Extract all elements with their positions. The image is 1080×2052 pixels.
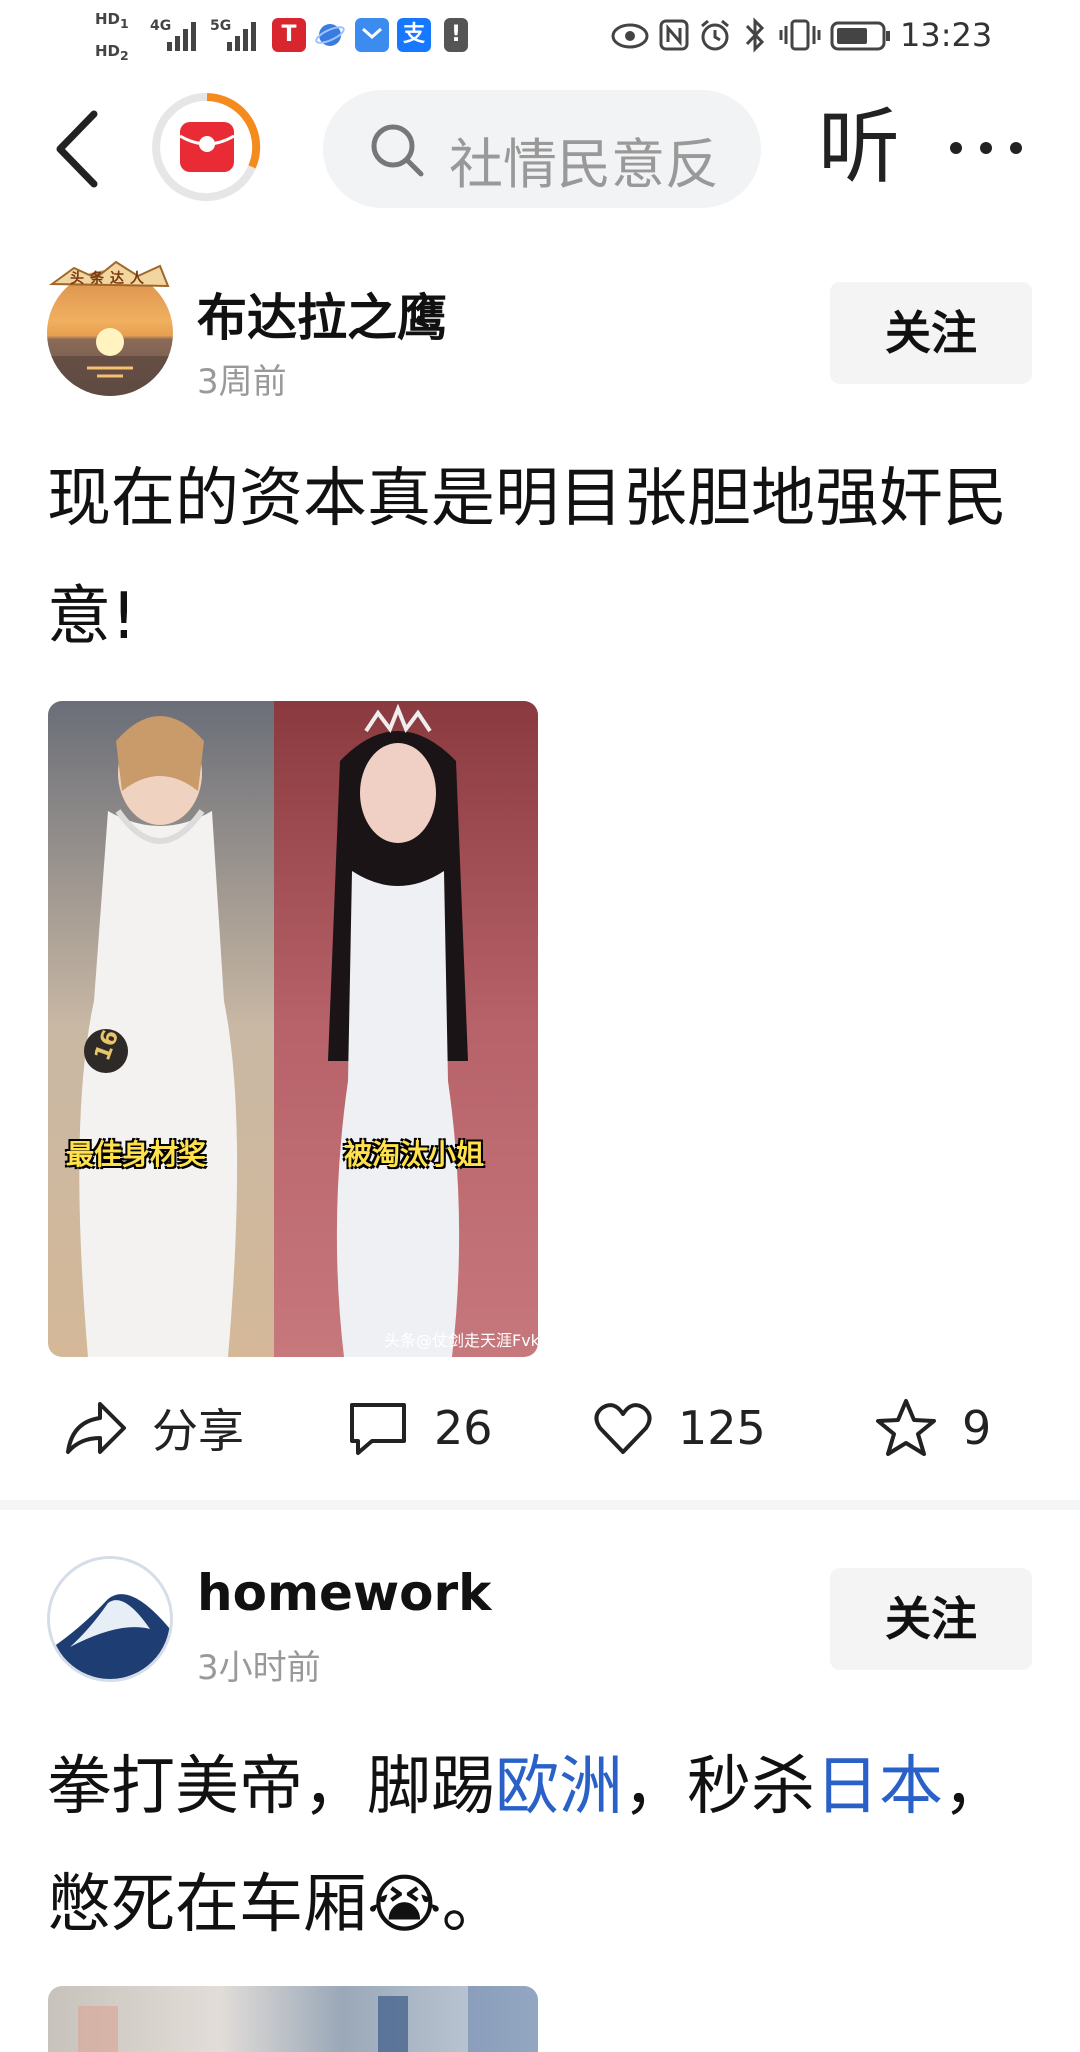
hd2-indicator: HD2 xyxy=(95,42,129,63)
share-icon xyxy=(66,1402,126,1454)
search-placeholder: 社情民意反 xyxy=(449,133,719,196)
avatar-2[interactable] xyxy=(47,1556,173,1682)
follow-button[interactable]: 关注 xyxy=(830,282,1032,384)
text-segment: 拳打美帝，脚踢 xyxy=(47,1750,495,1824)
back-arrow-icon[interactable] xyxy=(52,108,102,190)
notification-icon: ! xyxy=(444,18,468,52)
author-name[interactable]: 布达拉之鹰 xyxy=(197,278,447,350)
text-segment: ，秒杀 xyxy=(623,1750,815,1824)
post-image[interactable]: 最佳身材奖 被淘汰小姐 16 头条@仗剑走天涯FvkV xyxy=(48,701,538,1357)
alipay-app-icon: 支 xyxy=(397,18,431,52)
comment-icon xyxy=(350,1403,406,1455)
star-icon xyxy=(876,1399,936,1456)
post-divider xyxy=(0,1500,1080,1510)
red-packet-icon xyxy=(152,92,261,201)
post-image-2[interactable] xyxy=(48,1986,538,2052)
red-packet-button[interactable] xyxy=(152,92,262,202)
comment-button[interactable]: 26 xyxy=(346,1388,493,1468)
left-image-caption: 最佳身材奖 xyxy=(66,1138,207,1171)
alarm-icon xyxy=(701,19,729,51)
follow-button-2[interactable]: 关注 xyxy=(830,1568,1032,1670)
clock: 13:23 xyxy=(900,16,993,54)
search-icon xyxy=(371,124,424,177)
browser-app-icon xyxy=(313,18,347,52)
share-label: 分享 xyxy=(152,1404,244,1458)
mountain-avatar-icon xyxy=(50,1559,170,1679)
like-button[interactable]: 125 xyxy=(592,1388,766,1468)
author-name-2[interactable]: homework xyxy=(197,1564,491,1622)
crying-laugh-emoji-icon: 😭 xyxy=(367,1868,442,1942)
vibrate-icon xyxy=(779,19,821,51)
signal-icon xyxy=(167,22,196,51)
eye-icon xyxy=(611,23,649,49)
post-text-2: 拳打美帝，脚踢欧洲，秒杀日本，憋死在车厢😭。 xyxy=(47,1728,1027,1964)
favorite-count: 9 xyxy=(962,1401,992,1455)
more-icon[interactable] xyxy=(946,136,1026,160)
post-text: 现在的资本真是明目张胆地强奸民意! xyxy=(47,462,1007,654)
pageant-photo xyxy=(48,701,538,1357)
bluetooth-icon xyxy=(745,17,765,53)
post-time: 3周前 xyxy=(197,362,287,402)
tesla-app-icon: T xyxy=(272,18,306,52)
train-photo xyxy=(78,1986,538,2052)
listen-button[interactable]: 听 xyxy=(818,98,900,198)
hd1-indicator: HD1 xyxy=(95,10,129,31)
comment-count: 26 xyxy=(434,1401,493,1455)
search-bar[interactable]: 社情民意反 xyxy=(323,90,761,208)
mail-app-icon xyxy=(355,18,389,52)
nfc-icon xyxy=(659,19,689,51)
post-time-2: 3小时前 xyxy=(197,1648,321,1688)
favorite-button[interactable]: 9 xyxy=(874,1388,991,1468)
status-bar: HD1 HD2 4G 5G T 支 ! 13:23 xyxy=(0,0,1080,74)
text-segment: 。 xyxy=(441,1868,506,1942)
right-image-caption: 被淘汰小姐 xyxy=(344,1138,485,1171)
share-button[interactable]: 分享 xyxy=(62,1388,244,1468)
image-watermark: 头条@仗剑走天涯FvkV xyxy=(384,1331,538,1350)
heart-icon xyxy=(594,1403,652,1454)
like-count: 125 xyxy=(678,1401,766,1455)
battery-icon xyxy=(830,21,890,51)
topic-link-japan[interactable]: 日本 xyxy=(815,1750,943,1824)
topic-link-europe[interactable]: 欧洲 xyxy=(495,1750,623,1824)
avatar-badge: 头条达人 xyxy=(48,256,172,296)
signal-icon-2 xyxy=(227,22,256,51)
